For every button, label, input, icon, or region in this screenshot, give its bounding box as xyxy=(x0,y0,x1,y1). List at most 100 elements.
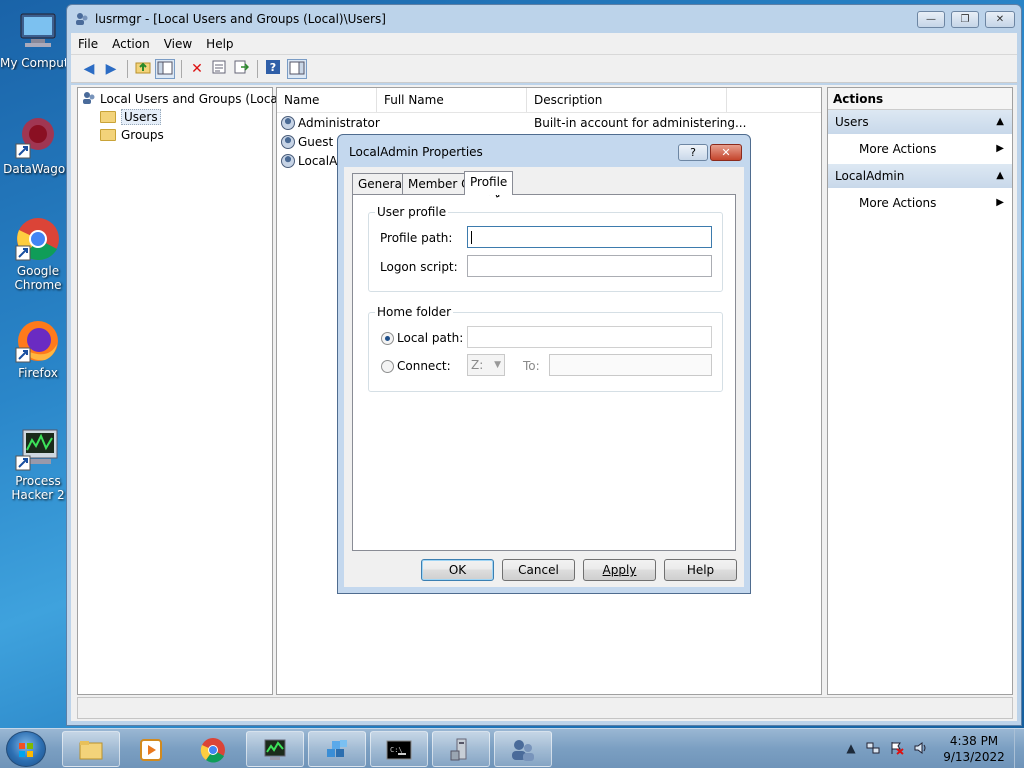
show-desktop-button[interactable] xyxy=(1014,729,1024,768)
desktop-icon-firefox[interactable]: Firefox xyxy=(0,318,76,380)
media-player-icon xyxy=(138,737,164,763)
taskbar-chrome-button[interactable] xyxy=(184,731,242,767)
dialog-close-button[interactable]: ✕ xyxy=(710,144,742,161)
desktop-icon-google-chrome[interactable]: Google Chrome xyxy=(0,216,76,292)
show-hide-tree-icon[interactable] xyxy=(155,59,175,79)
menu-view[interactable]: View xyxy=(157,33,199,55)
dialog-help-button[interactable]: ? xyxy=(678,144,708,161)
menu-help[interactable]: Help xyxy=(199,33,240,55)
minimize-button[interactable]: — xyxy=(917,11,945,28)
clock-date: 9/13/2022 xyxy=(943,750,1005,764)
console-tree: Local Users and Groups (Local) Users Gro… xyxy=(77,87,286,695)
chrome-icon xyxy=(15,216,61,262)
connect-to-input[interactable] xyxy=(549,354,712,376)
properties-icon[interactable] xyxy=(209,59,229,79)
ok-button[interactable]: OK xyxy=(421,559,494,581)
window-titlebar[interactable]: lusrmgr - [Local Users and Groups (Local… xyxy=(67,5,1021,33)
local-path-radio[interactable] xyxy=(381,332,394,345)
tree-item-groups[interactable]: Groups xyxy=(100,126,164,144)
more-actions-users[interactable]: More Actions ▶ xyxy=(828,134,1012,164)
user-name: Guest xyxy=(298,135,334,149)
desktop-icon-process-hacker[interactable]: Process Hacker 2 xyxy=(0,426,76,502)
profile-path-label: Profile path: xyxy=(380,231,453,245)
dialog-title: LocalAdmin Properties xyxy=(349,145,483,159)
taskbar-cmd-button[interactable]: C:\ xyxy=(370,731,428,767)
menu-file[interactable]: File xyxy=(71,33,105,55)
actions-group-users[interactable]: Users ▲ xyxy=(828,110,1012,134)
cancel-button[interactable]: Cancel xyxy=(502,559,575,581)
taskbar-registry-button[interactable] xyxy=(308,731,366,767)
toolbar: ◀ ▶ ✕ ? xyxy=(71,55,1017,83)
taskbar-lusrmgr-button[interactable] xyxy=(494,731,552,767)
logon-script-label: Logon script: xyxy=(380,260,458,274)
column-header-name[interactable]: Name xyxy=(277,88,377,112)
desktop-icon-datawagon[interactable]: DataWagon xyxy=(0,114,76,176)
drive-letter-select[interactable]: Z: ▼ xyxy=(467,354,505,376)
profile-tab-panel: User profile Profile path: Logon script:… xyxy=(352,194,736,551)
delete-icon[interactable]: ✕ xyxy=(187,59,207,79)
user-icon xyxy=(281,154,295,168)
action-center-flag-icon[interactable] xyxy=(890,741,904,755)
show-hidden-icons-icon[interactable]: ▲ xyxy=(844,741,858,755)
chevron-down-icon: ▼ xyxy=(494,360,501,370)
taskbar-explorer-button[interactable] xyxy=(62,731,120,767)
taskbar-media-player-button[interactable] xyxy=(122,731,180,767)
help-icon[interactable]: ? xyxy=(263,59,283,79)
process-hacker-icon xyxy=(15,426,61,472)
network-icon[interactable] xyxy=(866,741,880,755)
taskbar: C:\ ▲ 4:38 PM 9/13/2022 xyxy=(0,728,1024,768)
list-item[interactable]: Administrator xyxy=(281,114,380,133)
menu-action[interactable]: Action xyxy=(105,33,157,55)
more-actions-localadmin[interactable]: More Actions ▶ xyxy=(828,188,1012,218)
chrome-icon xyxy=(200,737,226,763)
process-hacker-icon xyxy=(262,737,288,763)
volume-icon[interactable] xyxy=(914,741,928,755)
home-folder-legend: Home folder xyxy=(375,305,454,319)
taskbar-system-button[interactable] xyxy=(432,731,490,767)
folder-icon xyxy=(100,129,116,141)
column-header-description[interactable]: Description xyxy=(527,88,727,112)
export-list-icon[interactable] xyxy=(231,59,251,79)
local-path-label[interactable]: Local path: xyxy=(397,331,463,345)
profile-path-input[interactable] xyxy=(467,226,712,248)
list-item[interactable]: Guest xyxy=(281,133,333,152)
list-item[interactable]: LocalAd xyxy=(281,152,345,171)
actions-group-localadmin[interactable]: LocalAdmin ▲ xyxy=(828,164,1012,188)
tree-item-users[interactable]: Users xyxy=(100,108,161,126)
desktop-icon-my-computer[interactable]: My Computer xyxy=(0,8,76,70)
user-icon xyxy=(281,135,295,149)
up-folder-icon[interactable] xyxy=(133,59,153,79)
maximize-button[interactable]: ❐ xyxy=(951,11,979,28)
more-actions-label: More Actions xyxy=(859,142,937,156)
taskbar-process-hacker-button[interactable] xyxy=(246,731,304,767)
tree-root-label: Local Users and Groups (Local) xyxy=(100,92,286,106)
connect-label[interactable]: Connect: xyxy=(397,359,451,373)
actions-group-title: Users xyxy=(835,115,869,129)
close-button[interactable]: ✕ xyxy=(985,11,1015,28)
toolbar-separator xyxy=(127,60,128,78)
users-groups-icon xyxy=(510,737,536,763)
status-bar xyxy=(77,697,1013,719)
tree-users-label: Users xyxy=(121,109,161,125)
menu-bar: File Action View Help xyxy=(71,33,1017,55)
column-header-full-name[interactable]: Full Name xyxy=(377,88,527,112)
tab-profile[interactable]: Profile xyxy=(464,171,514,195)
taskbar-clock[interactable]: 4:38 PM 9/13/2022 xyxy=(936,733,1012,765)
show-hide-action-pane-icon[interactable] xyxy=(287,59,307,79)
user-icon xyxy=(281,116,295,130)
forward-arrow-icon[interactable]: ▶ xyxy=(101,59,121,79)
drive-letter-value: Z: xyxy=(471,358,484,372)
connect-radio[interactable] xyxy=(381,360,394,373)
system-computer-icon xyxy=(448,737,474,763)
local-path-input[interactable] xyxy=(467,326,712,348)
help-button[interactable]: Help xyxy=(664,559,737,581)
toolbar-separator xyxy=(181,60,182,78)
back-arrow-icon[interactable]: ◀ xyxy=(79,59,99,79)
logon-script-input[interactable] xyxy=(467,255,712,277)
tree-groups-label: Groups xyxy=(121,128,164,142)
start-button[interactable] xyxy=(6,731,46,767)
command-prompt-icon: C:\ xyxy=(386,737,412,763)
tree-item-root[interactable]: Local Users and Groups (Local) xyxy=(82,90,286,108)
to-label: To: xyxy=(523,359,540,373)
apply-button[interactable]: Apply xyxy=(583,559,656,581)
